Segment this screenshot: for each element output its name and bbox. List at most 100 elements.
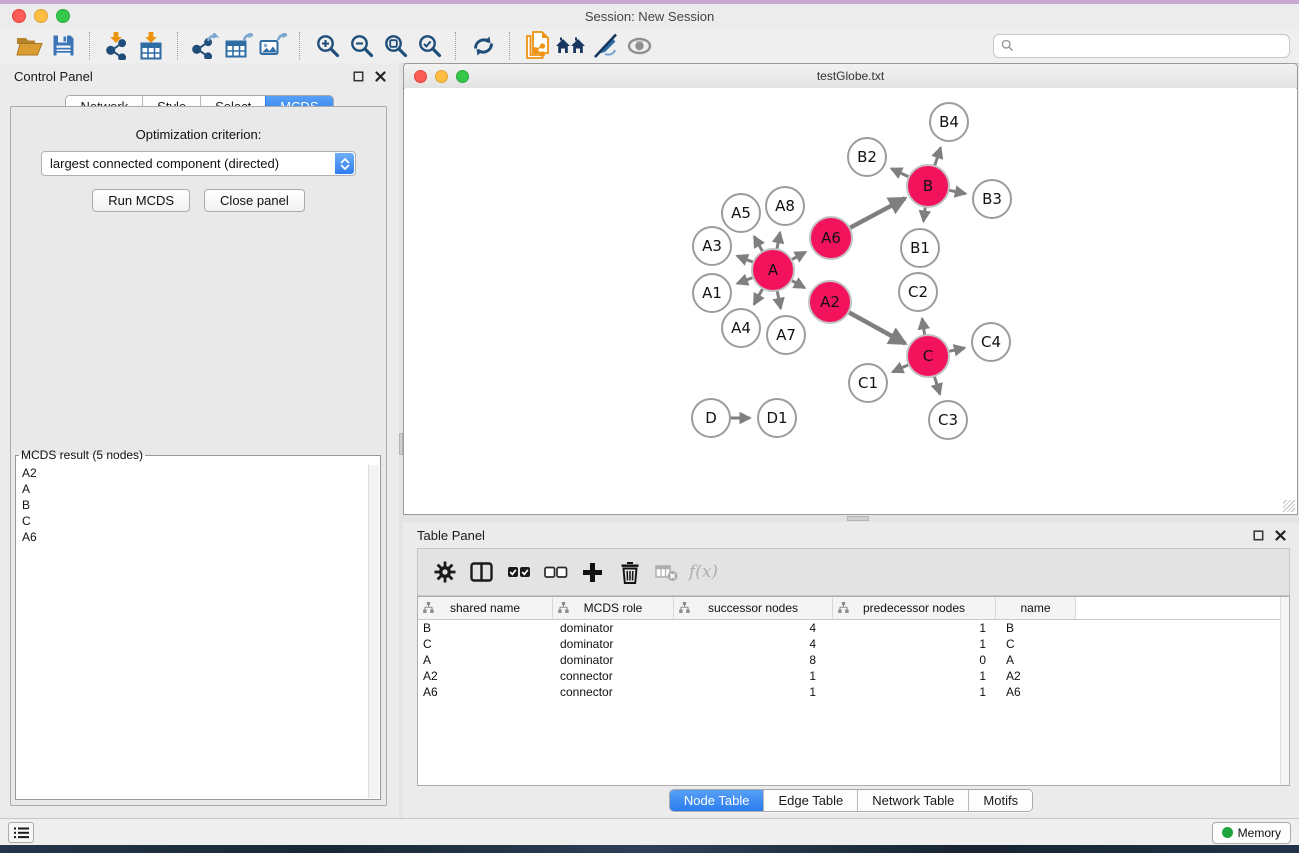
close-panel-button[interactable]: Close panel [204,189,305,212]
memory-button[interactable]: Memory [1212,822,1291,844]
mcds-result-item[interactable]: B [17,497,369,513]
column-header-successor-nodes[interactable]: successor nodes [674,597,833,619]
table-cell[interactable]: dominator [553,653,674,667]
zoom-in-button[interactable] [310,31,344,61]
graph-node-A2[interactable]: A2 [809,281,851,323]
float-panel-icon[interactable] [352,70,365,83]
hide-graphics-details-button[interactable] [588,31,622,61]
criterion-dropdown[interactable]: largest connected component (directed) [41,151,356,176]
zoom-selected-button[interactable] [412,31,446,61]
graph-node-A7[interactable]: A7 [767,316,805,354]
resize-grip-icon[interactable] [1283,500,1295,512]
table-row[interactable]: Adominator80A [418,652,1289,668]
table-cell[interactable]: C [418,637,553,651]
graph-edge-B-B4[interactable] [935,148,941,166]
graph-node-C3[interactable]: C3 [929,401,967,439]
table-cell[interactable]: A [996,653,1076,667]
float-table-panel-icon[interactable] [1252,529,1265,542]
table-cell[interactable]: A2 [418,669,553,683]
graph-edge-A2-C[interactable] [848,312,905,343]
table-cell[interactable]: 1 [674,685,833,699]
mcds-result-item[interactable]: C [17,513,369,529]
table-cell[interactable]: 4 [674,637,833,651]
table-options-gear-button[interactable] [426,555,463,589]
table-cell[interactable]: 0 [833,653,996,667]
table-cell[interactable]: dominator [553,621,674,635]
table-cell[interactable]: 1 [833,669,996,683]
graph-node-A4[interactable]: A4 [722,309,760,347]
graph-node-A8[interactable]: A8 [766,187,804,225]
column-header-MCDS-role[interactable]: MCDS role [553,597,674,619]
table-row[interactable]: Bdominator41B [418,620,1289,636]
export-table-button[interactable] [222,31,256,61]
graph-edge-A-A2[interactable] [791,280,804,288]
zoom-fit-button[interactable] [378,31,412,61]
network-canvas[interactable]: AA1A2A3A4A5A6A7A8BB1B2B3B4CC1C2C3C4DD1 [405,88,1296,513]
select-all-columns-button[interactable] [500,555,537,589]
graph-edge-C-C3[interactable] [934,376,940,394]
graph-node-D[interactable]: D [692,399,730,437]
graph-node-B3[interactable]: B3 [973,180,1011,218]
refresh-button[interactable] [466,31,500,61]
graph-node-C2[interactable]: C2 [899,273,937,311]
mcds-result-list[interactable]: A2ABCA6 [17,465,369,798]
table-cell[interactable]: A [418,653,553,667]
graph-edge-A6-B[interactable] [850,198,906,228]
graph-edge-C-C2[interactable] [922,319,925,336]
table-cell[interactable]: A2 [996,669,1076,683]
graph-edge-B-B2[interactable] [891,169,909,177]
deselect-all-columns-button[interactable] [537,555,574,589]
graph-edge-C-C1[interactable] [893,365,909,372]
table-cell[interactable]: B [996,621,1076,635]
show-hide-panel-button[interactable] [622,31,656,61]
table-cell[interactable]: 1 [674,669,833,683]
graph-edge-C-C4[interactable] [948,348,964,352]
graph-edge-A-A7[interactable] [777,291,781,309]
search-box[interactable] [993,34,1290,58]
column-header-shared-name[interactable]: shared name [418,597,553,619]
table-row[interactable]: A6connector11A6 [418,684,1289,700]
table-scrollbar[interactable] [1280,597,1289,785]
horizontal-split-divider[interactable] [403,515,1299,522]
delete-column-button[interactable] [611,555,648,589]
export-image-button[interactable] [256,31,290,61]
new-network-from-selection-button[interactable] [520,31,554,61]
graph-edge-B-B3[interactable] [949,190,966,193]
graph-node-B2[interactable]: B2 [848,138,886,176]
table-cell[interactable]: 1 [833,621,996,635]
tab-network-table[interactable]: Network Table [857,790,968,811]
zoom-out-button[interactable] [344,31,378,61]
graph-node-A1[interactable]: A1 [693,274,731,312]
mcds-result-item[interactable]: A [17,481,369,497]
tab-node-table[interactable]: Node Table [670,790,764,811]
graph-node-B4[interactable]: B4 [930,103,968,141]
table-cell[interactable]: B [418,621,553,635]
graph-node-A[interactable]: A [752,249,794,291]
mcds-result-item[interactable]: A6 [17,529,369,545]
table-cell[interactable]: dominator [553,637,674,651]
graph-edge-A-A5[interactable] [754,237,763,252]
graph-node-C4[interactable]: C4 [972,323,1010,361]
graph-edge-A-A1[interactable] [737,277,753,283]
close-table-panel-icon[interactable] [1274,529,1287,542]
tab-edge-table[interactable]: Edge Table [763,790,857,811]
graph-edge-B-B1[interactable] [923,207,925,221]
table-row[interactable]: Cdominator41C [418,636,1289,652]
table-row[interactable]: A2connector11A2 [418,668,1289,684]
graph-node-C1[interactable]: C1 [849,364,887,402]
table-cell[interactable]: A6 [996,685,1076,699]
graph-node-A6[interactable]: A6 [810,217,852,259]
close-panel-icon[interactable] [374,70,387,83]
graph-node-A3[interactable]: A3 [693,227,731,265]
network-graph[interactable]: AA1A2A3A4A5A6A7A8BB1B2B3B4CC1C2C3C4DD1 [405,88,1296,513]
table-cell[interactable]: 1 [833,685,996,699]
graph-node-C[interactable]: C [907,335,949,377]
mcds-result-item[interactable]: A2 [17,465,369,481]
graph-node-A5[interactable]: A5 [722,194,760,232]
result-scrollbar[interactable] [368,465,379,798]
export-network-button[interactable] [188,31,222,61]
table-cell[interactable]: connector [553,669,674,683]
split-columns-button[interactable] [463,555,500,589]
column-header-predecessor-nodes[interactable]: predecessor nodes [833,597,996,619]
table-cell[interactable]: C [996,637,1076,651]
